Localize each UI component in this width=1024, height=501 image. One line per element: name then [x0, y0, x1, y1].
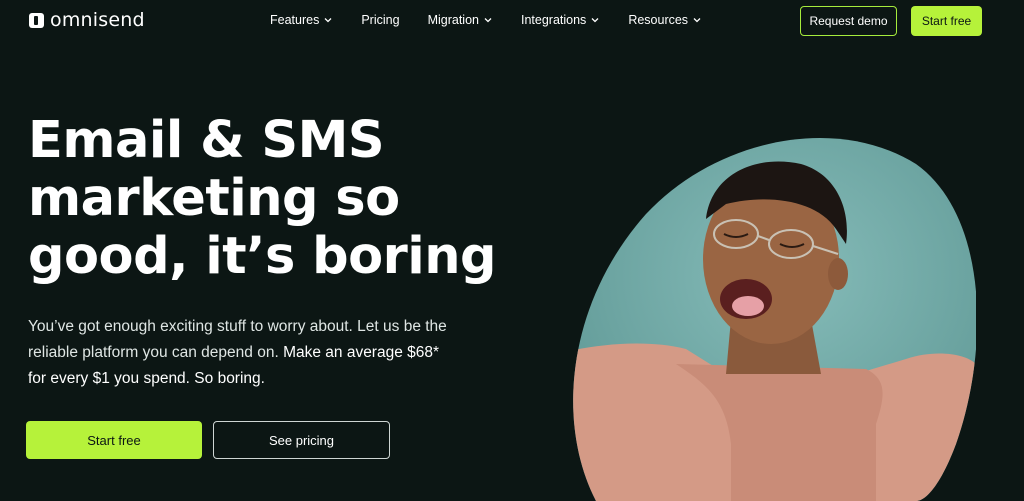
- nav-item-features[interactable]: Features: [270, 13, 333, 27]
- start-free-hero-button[interactable]: Start free: [26, 421, 202, 459]
- nav-item-label: Resources: [628, 13, 689, 27]
- chevron-down-icon: [484, 18, 492, 23]
- brand-name: omnisend: [50, 9, 145, 31]
- top-navigation: omnisend Features Pricing Migration Inte…: [0, 0, 1024, 44]
- nav-item-pricing[interactable]: Pricing: [361, 13, 399, 27]
- brand-logo[interactable]: omnisend: [29, 9, 145, 31]
- headline-line: marketing so: [28, 169, 400, 228]
- nav-item-migration[interactable]: Migration: [428, 13, 493, 27]
- hero-photo: [556, 124, 976, 501]
- chevron-down-icon: [324, 18, 332, 23]
- nav-item-label: Migration: [427, 13, 479, 27]
- nav-item-label: Integrations: [520, 13, 587, 27]
- hero-subtext: You’ve got enough exciting stuff to worr…: [28, 314, 448, 392]
- chevron-down-icon: [693, 18, 701, 23]
- headline-line: good, it’s boring: [28, 227, 497, 286]
- nav-item-label: Pricing: [361, 13, 400, 27]
- nav-menu: Features Pricing Migration Integrations …: [270, 13, 702, 27]
- request-demo-button[interactable]: Request demo: [800, 6, 897, 36]
- subtext-outro: So boring.: [190, 370, 265, 387]
- omnisend-logo-icon: [29, 12, 44, 28]
- nav-item-label: Features: [270, 13, 320, 27]
- see-pricing-button[interactable]: See pricing: [213, 421, 390, 459]
- nav-item-integrations[interactable]: Integrations: [521, 13, 600, 27]
- start-free-nav-button[interactable]: Start free: [911, 6, 982, 36]
- hero-photo-illustration: [573, 137, 976, 501]
- hero-headline: Email & SMS marketing so good, it’s bori…: [28, 112, 508, 286]
- chevron-down-icon: [591, 18, 599, 23]
- headline-line: Email & SMS: [28, 111, 385, 170]
- nav-item-resources[interactable]: Resources: [628, 13, 702, 27]
